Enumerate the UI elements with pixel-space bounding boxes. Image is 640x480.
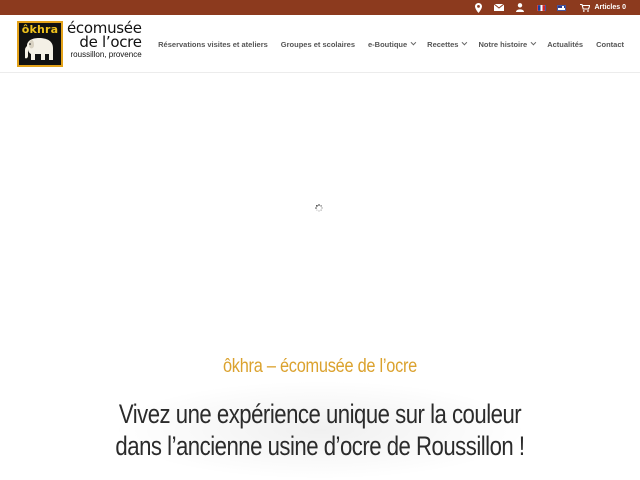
language-english-flag[interactable] [557,4,567,11]
cart-icon [580,3,591,12]
nav-item-reservations[interactable]: Réservations visites et ateliers [158,40,268,49]
user-icon[interactable] [516,0,525,15]
language-french-flag[interactable] [537,4,547,11]
nav-item-notre-histoire[interactable]: Notre histoire [478,39,537,49]
nav-item-groupes[interactable]: Groupes et scolaires [281,40,355,49]
elephant-icon [25,38,53,60]
hero-subtitle: ôkhra – écomusée de l’ocre [222,356,418,377]
chevron-down-icon [462,39,468,46]
cart-link[interactable]: Articles 0 [580,3,626,12]
cart-label: Articles 0 [594,4,626,11]
nav-item-contact[interactable]: Contact [596,40,624,49]
envelope-icon[interactable] [494,0,505,15]
logo-text: écomusée de l’ocre roussillon, provence [67,21,142,60]
loading-spinner-icon [315,199,323,212]
site-header: ôkhra écomusée de l’ocre roussillon, pro… [0,15,640,73]
main-nav: Réservations visites et ateliers Groupes… [145,15,624,73]
nav-item-eboutique[interactable]: e-Boutique [368,39,417,49]
nav-item-recettes[interactable]: Recettes [427,39,468,49]
logo-brand: ôkhra [21,23,59,36]
site-logo[interactable]: ôkhra écomusée de l’ocre roussillon, pro… [17,21,142,67]
hero-title-line-2: dans l’ancienne usine d’ocre de Roussill… [115,431,525,461]
logo-line-2: de l’ocre [79,33,142,51]
logo-line-3: roussillon, provence [70,50,142,59]
chevron-down-icon [410,39,417,46]
logo-badge: ôkhra [17,21,63,67]
hero-title-line-1: Vivez une expérience unique sur la coule… [118,399,522,429]
chevron-down-icon [530,39,537,46]
hero-title: Vivez une expérience unique sur la coule… [58,398,583,462]
top-bar: Articles 0 [0,0,640,15]
map-pin-icon[interactable] [475,0,483,15]
nav-item-actualites[interactable]: Actualités [547,40,583,49]
